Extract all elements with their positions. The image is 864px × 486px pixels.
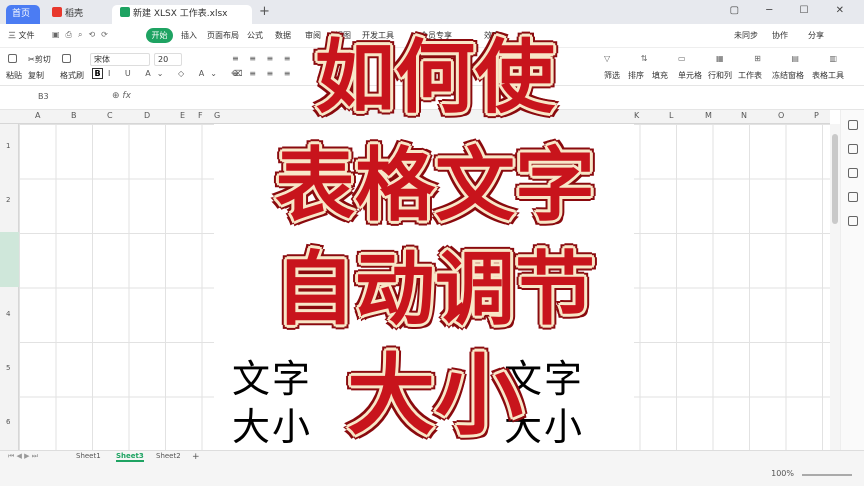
freeze-panes-button[interactable]: 冻结窗格 <box>772 70 804 81</box>
font-size-select[interactable]: 20 <box>154 53 182 66</box>
fill-button[interactable]: 填充 <box>652 70 668 81</box>
col-header-b[interactable]: B <box>71 111 77 120</box>
col-header-e[interactable]: E <box>180 111 185 120</box>
name-box[interactable]: B3 <box>8 92 98 105</box>
new-tab-button[interactable]: + <box>259 4 270 19</box>
row-header-6[interactable]: 6 <box>6 418 10 426</box>
status-bar: 100% <box>0 464 864 486</box>
zoom-slider[interactable] <box>802 474 852 476</box>
brush-icon <box>62 54 71 63</box>
cut-button[interactable]: ✂剪切 <box>28 54 51 65</box>
format-painter-button[interactable]: 格式刷 <box>60 70 84 81</box>
table-tools-button[interactable]: 表格工具 <box>812 70 844 81</box>
vertical-scrollbar[interactable] <box>830 124 840 450</box>
title-line-3: 自动调节 <box>275 243 595 336</box>
title-line-4: 大小 <box>346 344 523 447</box>
wps-logo-icon <box>52 7 62 17</box>
title-line-2: 表格文字 <box>275 139 595 232</box>
row-header-4[interactable]: 4 <box>6 310 10 318</box>
side-panel <box>840 110 864 450</box>
worksheet-button[interactable]: 工作表 <box>738 70 762 81</box>
paste-button[interactable] <box>8 54 17 64</box>
menu-file[interactable]: 三 文件 <box>8 30 35 41</box>
side-style-icon[interactable] <box>848 144 858 154</box>
tab-home[interactable]: 首页 <box>6 5 40 24</box>
tab-bar: 首页 稻壳 新建 XLSX 工作表.xlsx + ▢ ─ ☐ ✕ <box>0 0 864 24</box>
fx-icon[interactable]: ⊕ fx <box>112 91 131 101</box>
menu-start[interactable]: 开始 <box>146 28 173 43</box>
col-header-g[interactable]: G <box>214 111 220 120</box>
spreadsheet-logo-icon <box>120 7 130 17</box>
row-col-button[interactable]: 行和列 <box>708 70 732 81</box>
row-header-2[interactable]: 2 <box>6 196 10 204</box>
selected-row-indicator <box>0 232 19 287</box>
fx-label: fx <box>122 91 131 101</box>
col-header-d[interactable]: D <box>144 111 150 120</box>
tab-wps-label: 稻壳 <box>65 9 84 19</box>
tab-wps[interactable]: 稻壳 <box>44 5 110 24</box>
row-headers: 1 2 3 4 5 6 <box>0 124 19 450</box>
add-sheet-button[interactable]: + <box>192 452 200 462</box>
col-header-o[interactable]: O <box>778 111 784 120</box>
sheet-tab-1[interactable]: Sheet1 <box>76 452 101 460</box>
tab-file-label: 新建 XLSX 工作表.xlsx <box>133 9 228 19</box>
paste-icon <box>8 54 17 63</box>
paste-label[interactable]: 粘贴 <box>6 70 22 81</box>
col-header-f[interactable]: F <box>198 111 203 120</box>
bold-button[interactable]: B <box>92 68 103 79</box>
side-share-icon[interactable] <box>848 216 858 226</box>
sheet-nav-arrows[interactable]: ⏮ ◀ ▶ ⏭ <box>8 452 38 461</box>
spreadsheet-app: 首页 稻壳 新建 XLSX 工作表.xlsx + ▢ ─ ☐ ✕ 三 文件 ▣⎙… <box>0 0 864 486</box>
copy-button[interactable]: 复制 <box>28 70 44 81</box>
scrollbar-thumb[interactable] <box>832 134 838 224</box>
sync-status[interactable]: 未同步 <box>734 30 758 41</box>
sheet-tab-2[interactable]: Sheet2 <box>156 452 181 460</box>
quick-access-icons[interactable]: ▣⎙⌕⟲⟳ <box>52 30 114 40</box>
row-header-1[interactable]: 1 <box>6 142 10 150</box>
share-button[interactable]: 分享 <box>808 30 824 41</box>
font-family-select[interactable]: 宋体 <box>90 53 150 66</box>
col-header-p[interactable]: P <box>814 111 819 120</box>
window-controls[interactable]: ▢ ─ ☐ ✕ <box>730 5 856 16</box>
col-header-n[interactable]: N <box>741 111 747 120</box>
menu-insert[interactable]: 插入 <box>181 30 197 41</box>
cut-label: 剪切 <box>34 55 51 64</box>
tab-file[interactable]: 新建 XLSX 工作表.xlsx <box>112 5 252 24</box>
row-header-5[interactable]: 5 <box>6 364 10 372</box>
format-painter-icon-button[interactable] <box>62 54 71 64</box>
scissors-icon: ✂ <box>28 55 35 64</box>
zoom-level[interactable]: 100% <box>771 469 794 478</box>
col-header-c[interactable]: C <box>107 111 113 120</box>
collaborate-button[interactable]: 协作 <box>772 30 788 41</box>
side-select-icon[interactable] <box>848 120 858 130</box>
cell-button[interactable]: 单元格 <box>678 70 702 81</box>
side-backup-icon[interactable] <box>848 192 858 202</box>
col-header-a[interactable]: A <box>35 111 40 120</box>
col-header-m[interactable]: M <box>705 111 712 120</box>
sheet-tab-3[interactable]: Sheet3 <box>116 452 144 462</box>
video-title-overlay: 如何使 表格文字 自动调节 大小 <box>225 30 645 460</box>
side-property-icon[interactable] <box>848 168 858 178</box>
title-line-1: 如何使 <box>315 31 555 124</box>
col-header-l[interactable]: L <box>669 111 673 120</box>
